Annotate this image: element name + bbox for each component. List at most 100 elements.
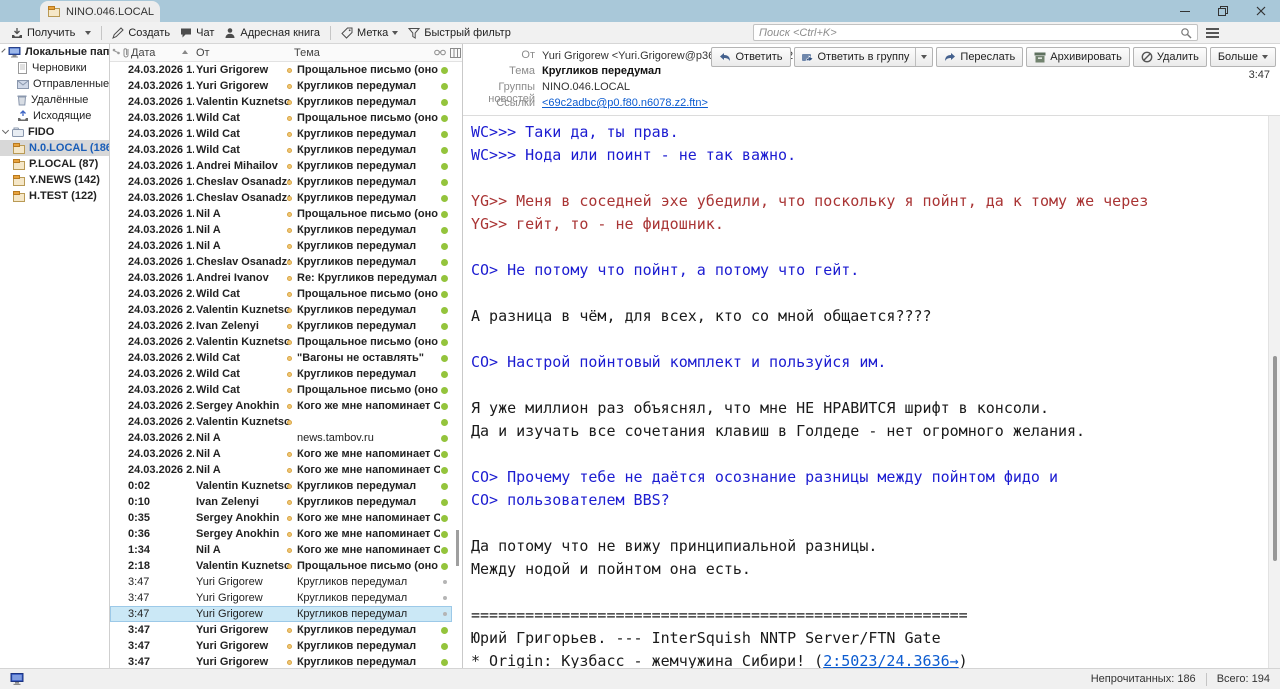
column-header-date[interactable]: Дата <box>131 47 155 59</box>
column-header-from[interactable]: От <box>196 47 210 59</box>
newsgroup-ynews[interactable]: Y.NEWS (142) <box>0 172 109 188</box>
tag-button[interactable]: Метка <box>336 25 403 41</box>
close-button[interactable] <box>1242 0 1280 22</box>
message-row[interactable]: 24.03.2026 1...Cheslav OsanadzeКругликов… <box>110 190 452 206</box>
expander-chevron-icon[interactable] <box>2 127 9 134</box>
app-menu-button[interactable] <box>1206 28 1219 38</box>
tab-nino-046-local[interactable]: NINO.046.LOCAL <box>40 1 160 22</box>
unread-dot-icon[interactable] <box>441 323 448 330</box>
message-row[interactable]: 0:35Sergey AnokhinКого же мне напоминает… <box>110 510 452 526</box>
unread-dot-icon[interactable] <box>441 195 448 202</box>
message-row[interactable]: 24.03.2026 2...Nil AКого же мне напомина… <box>110 462 452 478</box>
read-column-icon[interactable] <box>434 49 446 56</box>
unread-dot-icon[interactable] <box>441 115 448 122</box>
message-row[interactable]: 24.03.2026 1...Nil AКругликов передумал <box>110 238 452 254</box>
maximize-button[interactable] <box>1204 0 1242 22</box>
compose-button[interactable]: Создать <box>107 25 175 41</box>
address-book-button[interactable]: Адресная книга <box>219 25 325 41</box>
message-row[interactable]: 24.03.2026 2...Wild CatКругликов передум… <box>110 366 452 382</box>
message-row[interactable]: 24.03.2026 2...Sergey AnokhinКого же мне… <box>110 398 452 414</box>
chat-button[interactable]: Чат <box>175 25 219 41</box>
message-row[interactable]: 0:02Valentin KuznetsovКругликов передума… <box>110 478 452 494</box>
unread-dot-icon[interactable] <box>441 467 448 474</box>
references-link[interactable]: <69c2adbc@p0.f80.n6078.z2.ftn> <box>542 97 708 109</box>
newsgroup-htest[interactable]: H.TEST (122) <box>0 188 109 204</box>
attachment-column-icon[interactable] <box>122 47 130 58</box>
unread-dot-icon[interactable] <box>441 163 448 170</box>
unread-dot-icon[interactable] <box>441 371 448 378</box>
folder-sent[interactable]: Отправленные <box>0 76 109 92</box>
newsgroup-plocal[interactable]: P.LOCAL (87) <box>0 156 109 172</box>
message-row[interactable]: 24.03.2026 2...Valentin Kuznetsov <box>110 414 452 430</box>
unread-dot-icon[interactable] <box>441 83 448 90</box>
folder-local-folders[interactable]: Локальные папки <box>0 44 109 60</box>
message-row[interactable]: 24.03.2026 1...Andrei MihailovКругликов … <box>110 158 452 174</box>
archive-button[interactable]: Архивировать <box>1026 47 1130 67</box>
message-row[interactable]: 24.03.2026 2...Wild Cat"Вагоны не оставл… <box>110 350 452 366</box>
newsgroup-n0local[interactable]: N.0.LOCAL (186) <box>0 140 109 156</box>
unread-dot-icon[interactable] <box>441 659 448 666</box>
read-dot-icon[interactable] <box>443 580 447 584</box>
message-row[interactable]: 24.03.2026 1...Yuri GrigorewКругликов пе… <box>110 78 452 94</box>
message-row[interactable]: 24.03.2026 1...Wild CatКругликов передум… <box>110 142 452 158</box>
message-row[interactable]: 24.03.2026 2...Ivan ZelenyiКругликов пер… <box>110 318 452 334</box>
message-scrollbar[interactable] <box>1268 116 1280 668</box>
message-row[interactable]: 24.03.2026 1...Cheslav OsanadzeКругликов… <box>110 254 452 270</box>
unread-dot-icon[interactable] <box>441 307 448 314</box>
unread-dot-icon[interactable] <box>441 451 448 458</box>
unread-dot-icon[interactable] <box>441 211 448 218</box>
fidonet-address-link[interactable]: 2:5023/24.3636→ <box>823 652 958 668</box>
reply-group-dropdown[interactable] <box>915 48 932 66</box>
message-row[interactable]: 24.03.2026 2...Wild CatПрощальное письмо… <box>110 286 452 302</box>
more-button[interactable]: Больше <box>1210 47 1276 67</box>
unread-dot-icon[interactable] <box>441 515 448 522</box>
message-row[interactable]: 24.03.2026 1...Cheslav OsanadzeКругликов… <box>110 174 452 190</box>
unread-dot-icon[interactable] <box>441 419 448 426</box>
unread-dot-icon[interactable] <box>441 387 448 394</box>
unread-dot-icon[interactable] <box>441 147 448 154</box>
unread-dot-icon[interactable] <box>441 563 448 570</box>
search-input[interactable]: Поиск <Ctrl+K> <box>753 24 1198 41</box>
thread-column-icon[interactable] <box>112 48 121 57</box>
get-messages-button[interactable]: Получить <box>6 25 80 41</box>
forward-button[interactable]: Переслать <box>936 47 1023 67</box>
folder-drafts[interactable]: Черновики <box>0 60 109 76</box>
message-row[interactable]: 3:47Yuri GrigorewКругликов передумал <box>110 638 452 654</box>
message-scrollbar-thumb[interactable] <box>1273 356 1277 561</box>
get-messages-dropdown[interactable] <box>80 29 96 37</box>
message-row[interactable]: 3:47Yuri GrigorewКругликов передумал <box>110 622 452 638</box>
unread-dot-icon[interactable] <box>441 227 448 234</box>
unread-dot-icon[interactable] <box>441 499 448 506</box>
message-row[interactable]: 24.03.2026 1...Valentin KuznetsovКруглик… <box>110 94 452 110</box>
message-row[interactable]: 24.03.2026 1...Yuri GrigorewПрощальное п… <box>110 62 452 78</box>
unread-dot-icon[interactable] <box>441 483 448 490</box>
message-row[interactable]: 24.03.2026 1...Nil AПрощальное письмо (о… <box>110 206 452 222</box>
message-row[interactable]: 3:47Yuri GrigorewКругликов передумал <box>110 590 452 606</box>
reply-button[interactable]: Ответить <box>711 47 790 67</box>
message-row[interactable]: 24.03.2026 1...Wild CatПрощальное письмо… <box>110 110 452 126</box>
message-row[interactable]: 24.03.2026 1...Andrei IvanovRe: Круглико… <box>110 270 452 286</box>
unread-dot-icon[interactable] <box>441 643 448 650</box>
expander-chevron-icon[interactable] <box>1 48 5 52</box>
unread-dot-icon[interactable] <box>441 547 448 554</box>
read-dot-icon[interactable] <box>443 612 447 616</box>
message-row[interactable]: 3:47Yuri GrigorewКругликов передумал <box>110 654 452 668</box>
unread-dot-icon[interactable] <box>441 275 448 282</box>
message-row[interactable]: 24.03.2026 1...Wild CatКругликов передум… <box>110 126 452 142</box>
message-row[interactable]: 24.03.2026 2...Valentin KuznetsovПрощаль… <box>110 334 452 350</box>
unread-dot-icon[interactable] <box>441 403 448 410</box>
account-fido[interactable]: FIDO <box>0 124 109 140</box>
unread-dot-icon[interactable] <box>441 355 448 362</box>
message-row[interactable]: 3:47Yuri GrigorewКругликов передумал <box>110 606 452 622</box>
message-row[interactable]: 24.03.2026 2...Nil AКого же мне напомина… <box>110 446 452 462</box>
unread-dot-icon[interactable] <box>441 67 448 74</box>
unread-dot-icon[interactable] <box>441 131 448 138</box>
message-row[interactable]: 2:18Valentin KuznetsovПрощальное письмо … <box>110 558 452 574</box>
unread-dot-icon[interactable] <box>441 291 448 298</box>
message-row[interactable]: 24.03.2026 2...Wild CatПрощальное письмо… <box>110 382 452 398</box>
column-header-subject[interactable]: Тема <box>294 47 320 59</box>
unread-dot-icon[interactable] <box>441 99 448 106</box>
quick-filter-button[interactable]: Быстрый фильтр <box>403 25 516 41</box>
folder-outbox[interactable]: Исходящие <box>0 108 109 124</box>
unread-dot-icon[interactable] <box>441 179 448 186</box>
